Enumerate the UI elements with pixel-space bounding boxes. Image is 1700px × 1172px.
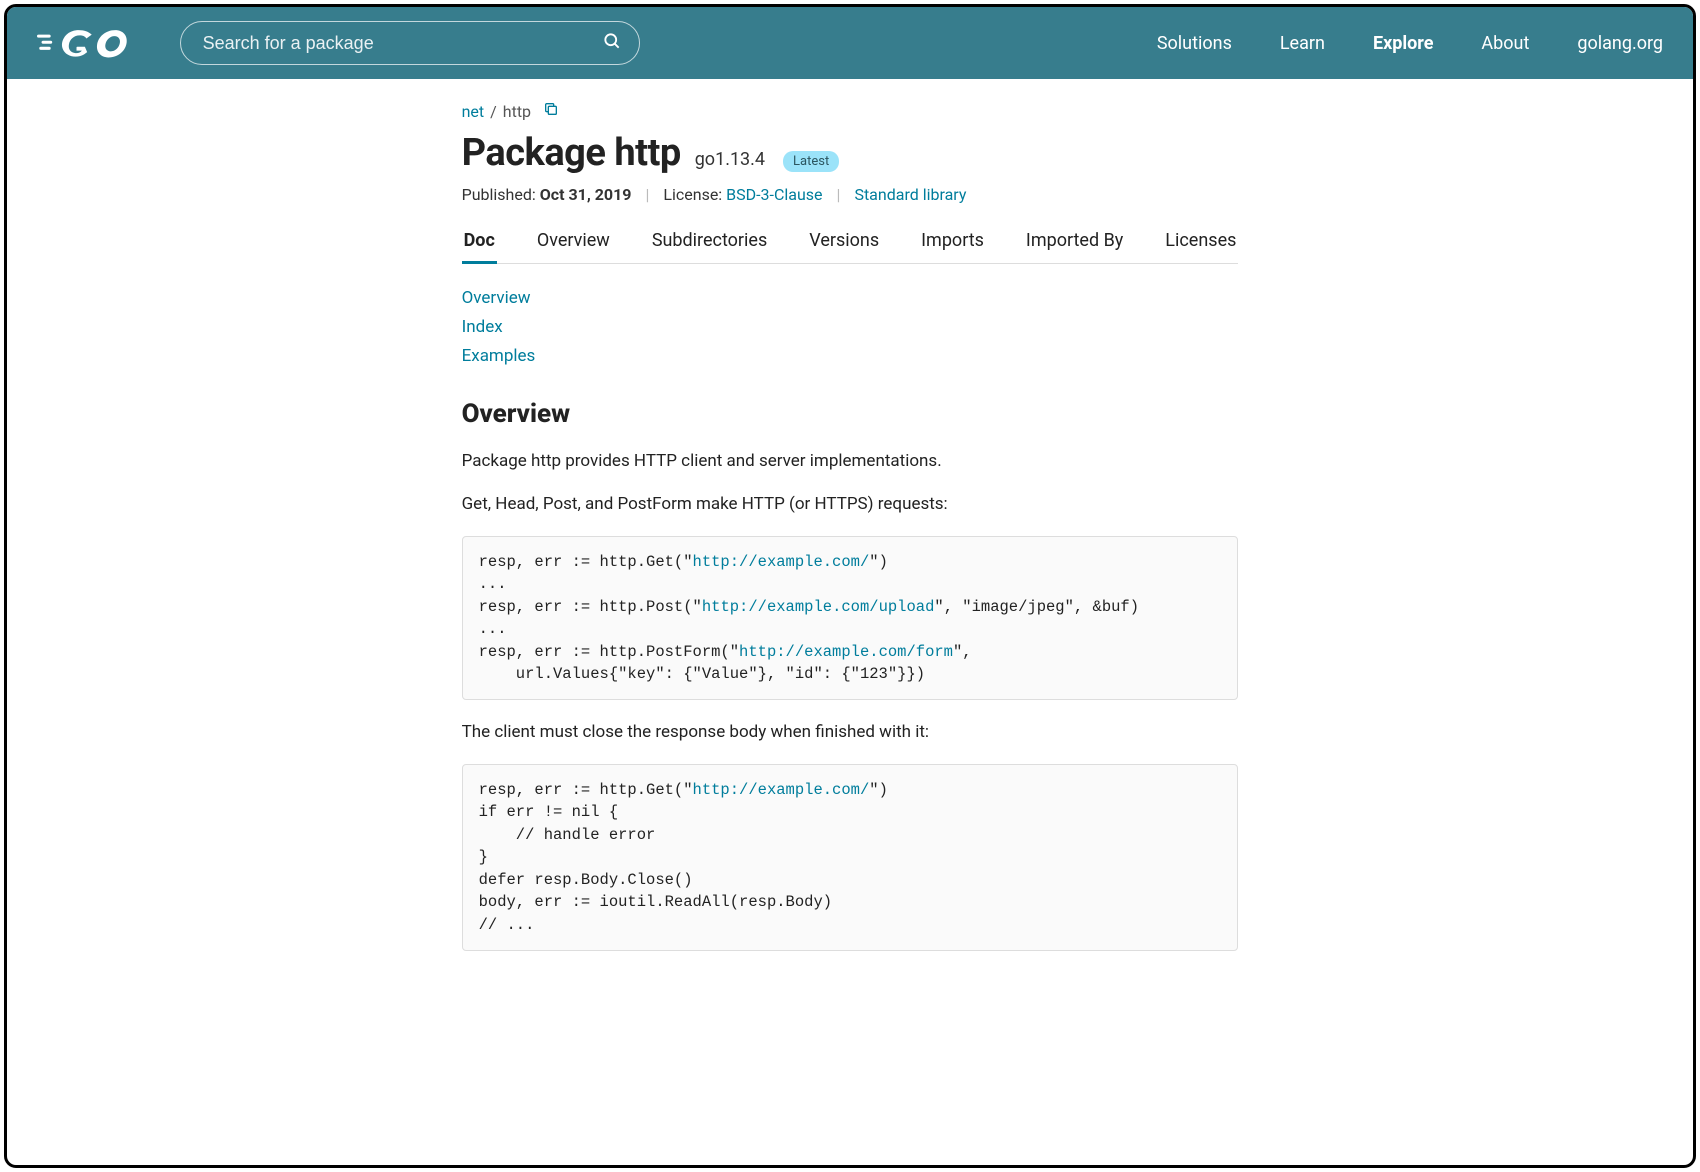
license-link[interactable]: BSD-3-Clause (726, 185, 822, 204)
content-container: net / http Package http go1.13.4 Latest Pu… (452, 79, 1249, 1165)
overview-paragraph-2: Get, Head, Post, and PostForm make HTTP … (462, 492, 1239, 518)
toc-examples-link[interactable]: Examples (462, 342, 1239, 371)
standard-library-link[interactable]: Standard library (854, 185, 966, 204)
tab-imported-by[interactable]: Imported By (1024, 224, 1125, 263)
meta-row: Published: Oct 31, 2019 | License: BSD-3… (462, 185, 1239, 204)
nav-golang-org[interactable]: golang.org (1577, 33, 1663, 54)
overview-paragraph-3: The client must close the response body … (462, 720, 1239, 746)
copy-path-icon[interactable] (543, 101, 559, 121)
doc-toc: Overview Index Examples (462, 284, 1239, 371)
meta-separator: | (837, 185, 841, 204)
toc-index-link[interactable]: Index (462, 313, 1239, 342)
overview-paragraph-1: Package http provides HTTP client and se… (462, 449, 1239, 475)
overview-heading: Overview (462, 399, 1239, 429)
code-url-link[interactable]: http://example.com/ (693, 553, 870, 571)
toc-overview-link[interactable]: Overview (462, 284, 1239, 313)
code-url-link[interactable]: http://example.com/ (693, 781, 870, 799)
go-logo[interactable] (37, 24, 140, 62)
search-input[interactable] (180, 21, 640, 65)
nav-learn[interactable]: Learn (1280, 33, 1325, 54)
package-tabs: Doc Overview Subdirectories Versions Imp… (462, 224, 1239, 264)
search-icon[interactable] (602, 31, 622, 55)
breadcrumb-parent-link[interactable]: net (462, 102, 485, 121)
tab-overview[interactable]: Overview (535, 224, 612, 263)
tab-licenses[interactable]: Licenses (1163, 224, 1238, 263)
breadcrumb: net / http (462, 101, 1239, 121)
breadcrumb-separator: / (490, 102, 497, 121)
breadcrumb-current: http (503, 102, 531, 121)
site-header: Solutions Learn Explore About golang.org (7, 7, 1693, 79)
nav-solutions[interactable]: Solutions (1157, 33, 1232, 54)
nav-about[interactable]: About (1481, 33, 1529, 54)
code-example-1: resp, err := http.Get("http://example.co… (462, 536, 1239, 701)
nav-explore[interactable]: Explore (1373, 33, 1433, 54)
latest-badge: Latest (783, 151, 839, 172)
published-date: Oct 31, 2019 (540, 185, 632, 204)
code-url-link[interactable]: http://example.com/form (739, 643, 953, 661)
published-label: Published: (462, 185, 536, 204)
code-example-2: resp, err := http.Get("http://example.co… (462, 764, 1239, 951)
search-box (180, 21, 640, 65)
tab-imports[interactable]: Imports (919, 224, 986, 263)
tab-versions[interactable]: Versions (807, 224, 881, 263)
package-version: go1.13.4 (695, 149, 765, 170)
published-block: Published: Oct 31, 2019 (462, 185, 632, 204)
meta-separator: | (645, 185, 649, 204)
license-block: License: BSD-3-Clause (663, 185, 822, 204)
page-title: Package http (462, 131, 681, 175)
license-label: License: (663, 185, 722, 204)
tab-subdirectories[interactable]: Subdirectories (650, 224, 769, 263)
tab-doc[interactable]: Doc (462, 224, 497, 264)
title-row: Package http go1.13.4 Latest (462, 131, 1239, 175)
primary-nav: Solutions Learn Explore About golang.org (1157, 33, 1663, 54)
code-url-link[interactable]: http://example.com/upload (702, 598, 935, 616)
